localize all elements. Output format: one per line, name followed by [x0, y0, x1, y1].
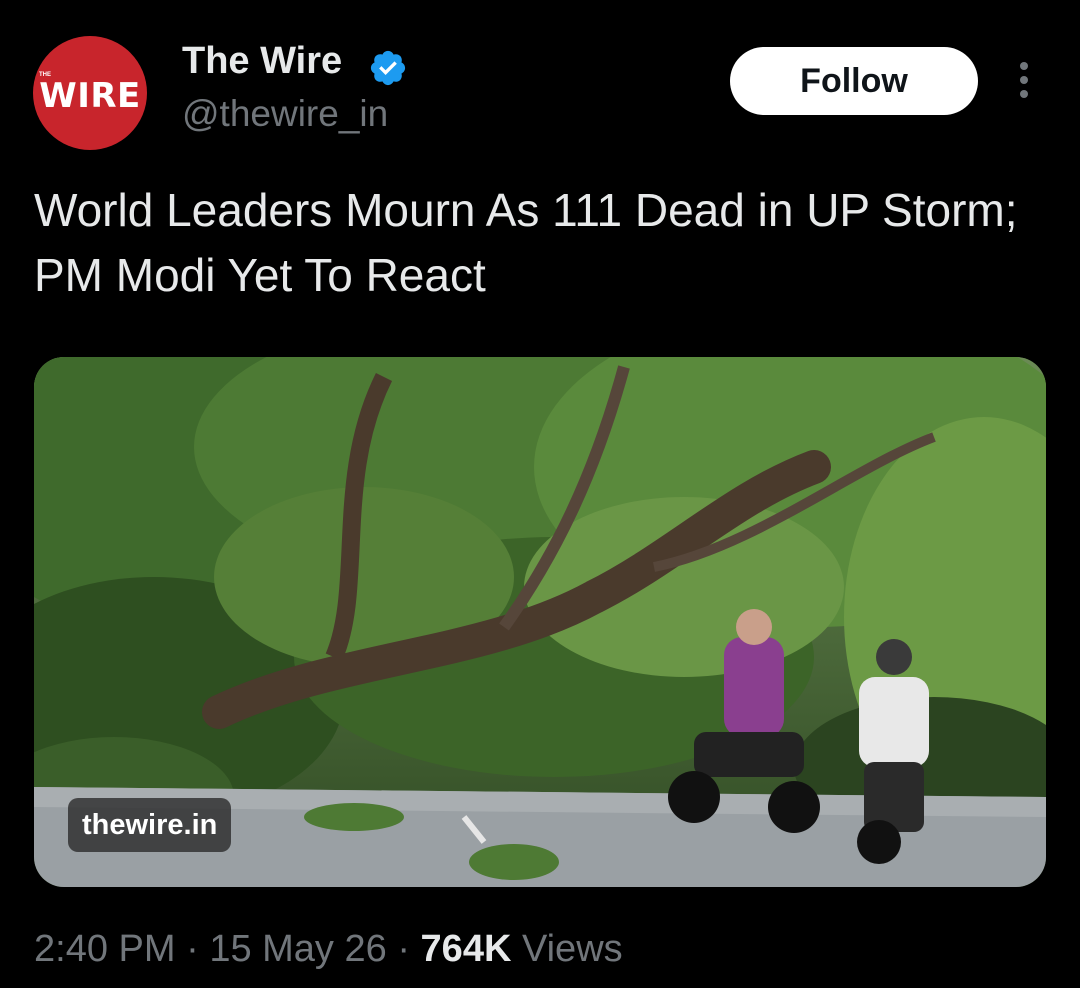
tweet-text: World Leaders Mourn As 111 Dead in UP St… — [34, 184, 1018, 301]
link-domain-chip[interactable]: thewire.in — [68, 798, 232, 852]
follow-button[interactable]: Follow — [730, 47, 978, 115]
views-count[interactable]: 764K — [421, 928, 512, 970]
tweet-media-image[interactable]: thewire.in — [34, 357, 1046, 887]
meta-separator: · — [397, 928, 410, 970]
verified-badge-icon — [370, 50, 406, 86]
avatar-logo-text: WIRE — [39, 76, 141, 116]
meta-separator: · — [186, 928, 199, 970]
account-name[interactable]: The Wire — [182, 40, 342, 83]
more-vertical-icon[interactable] — [1012, 62, 1036, 102]
tweet-time[interactable]: 2:40 PM — [34, 928, 176, 970]
tweet-meta: 2:40 PM · 15 May 26 · 764K Views — [34, 928, 623, 971]
tweet-date[interactable]: 15 May 26 — [209, 928, 386, 970]
views-label: Views — [521, 928, 623, 970]
avatar[interactable]: THE WIRE — [33, 36, 147, 150]
account-handle[interactable]: @thewire_in — [182, 93, 388, 135]
